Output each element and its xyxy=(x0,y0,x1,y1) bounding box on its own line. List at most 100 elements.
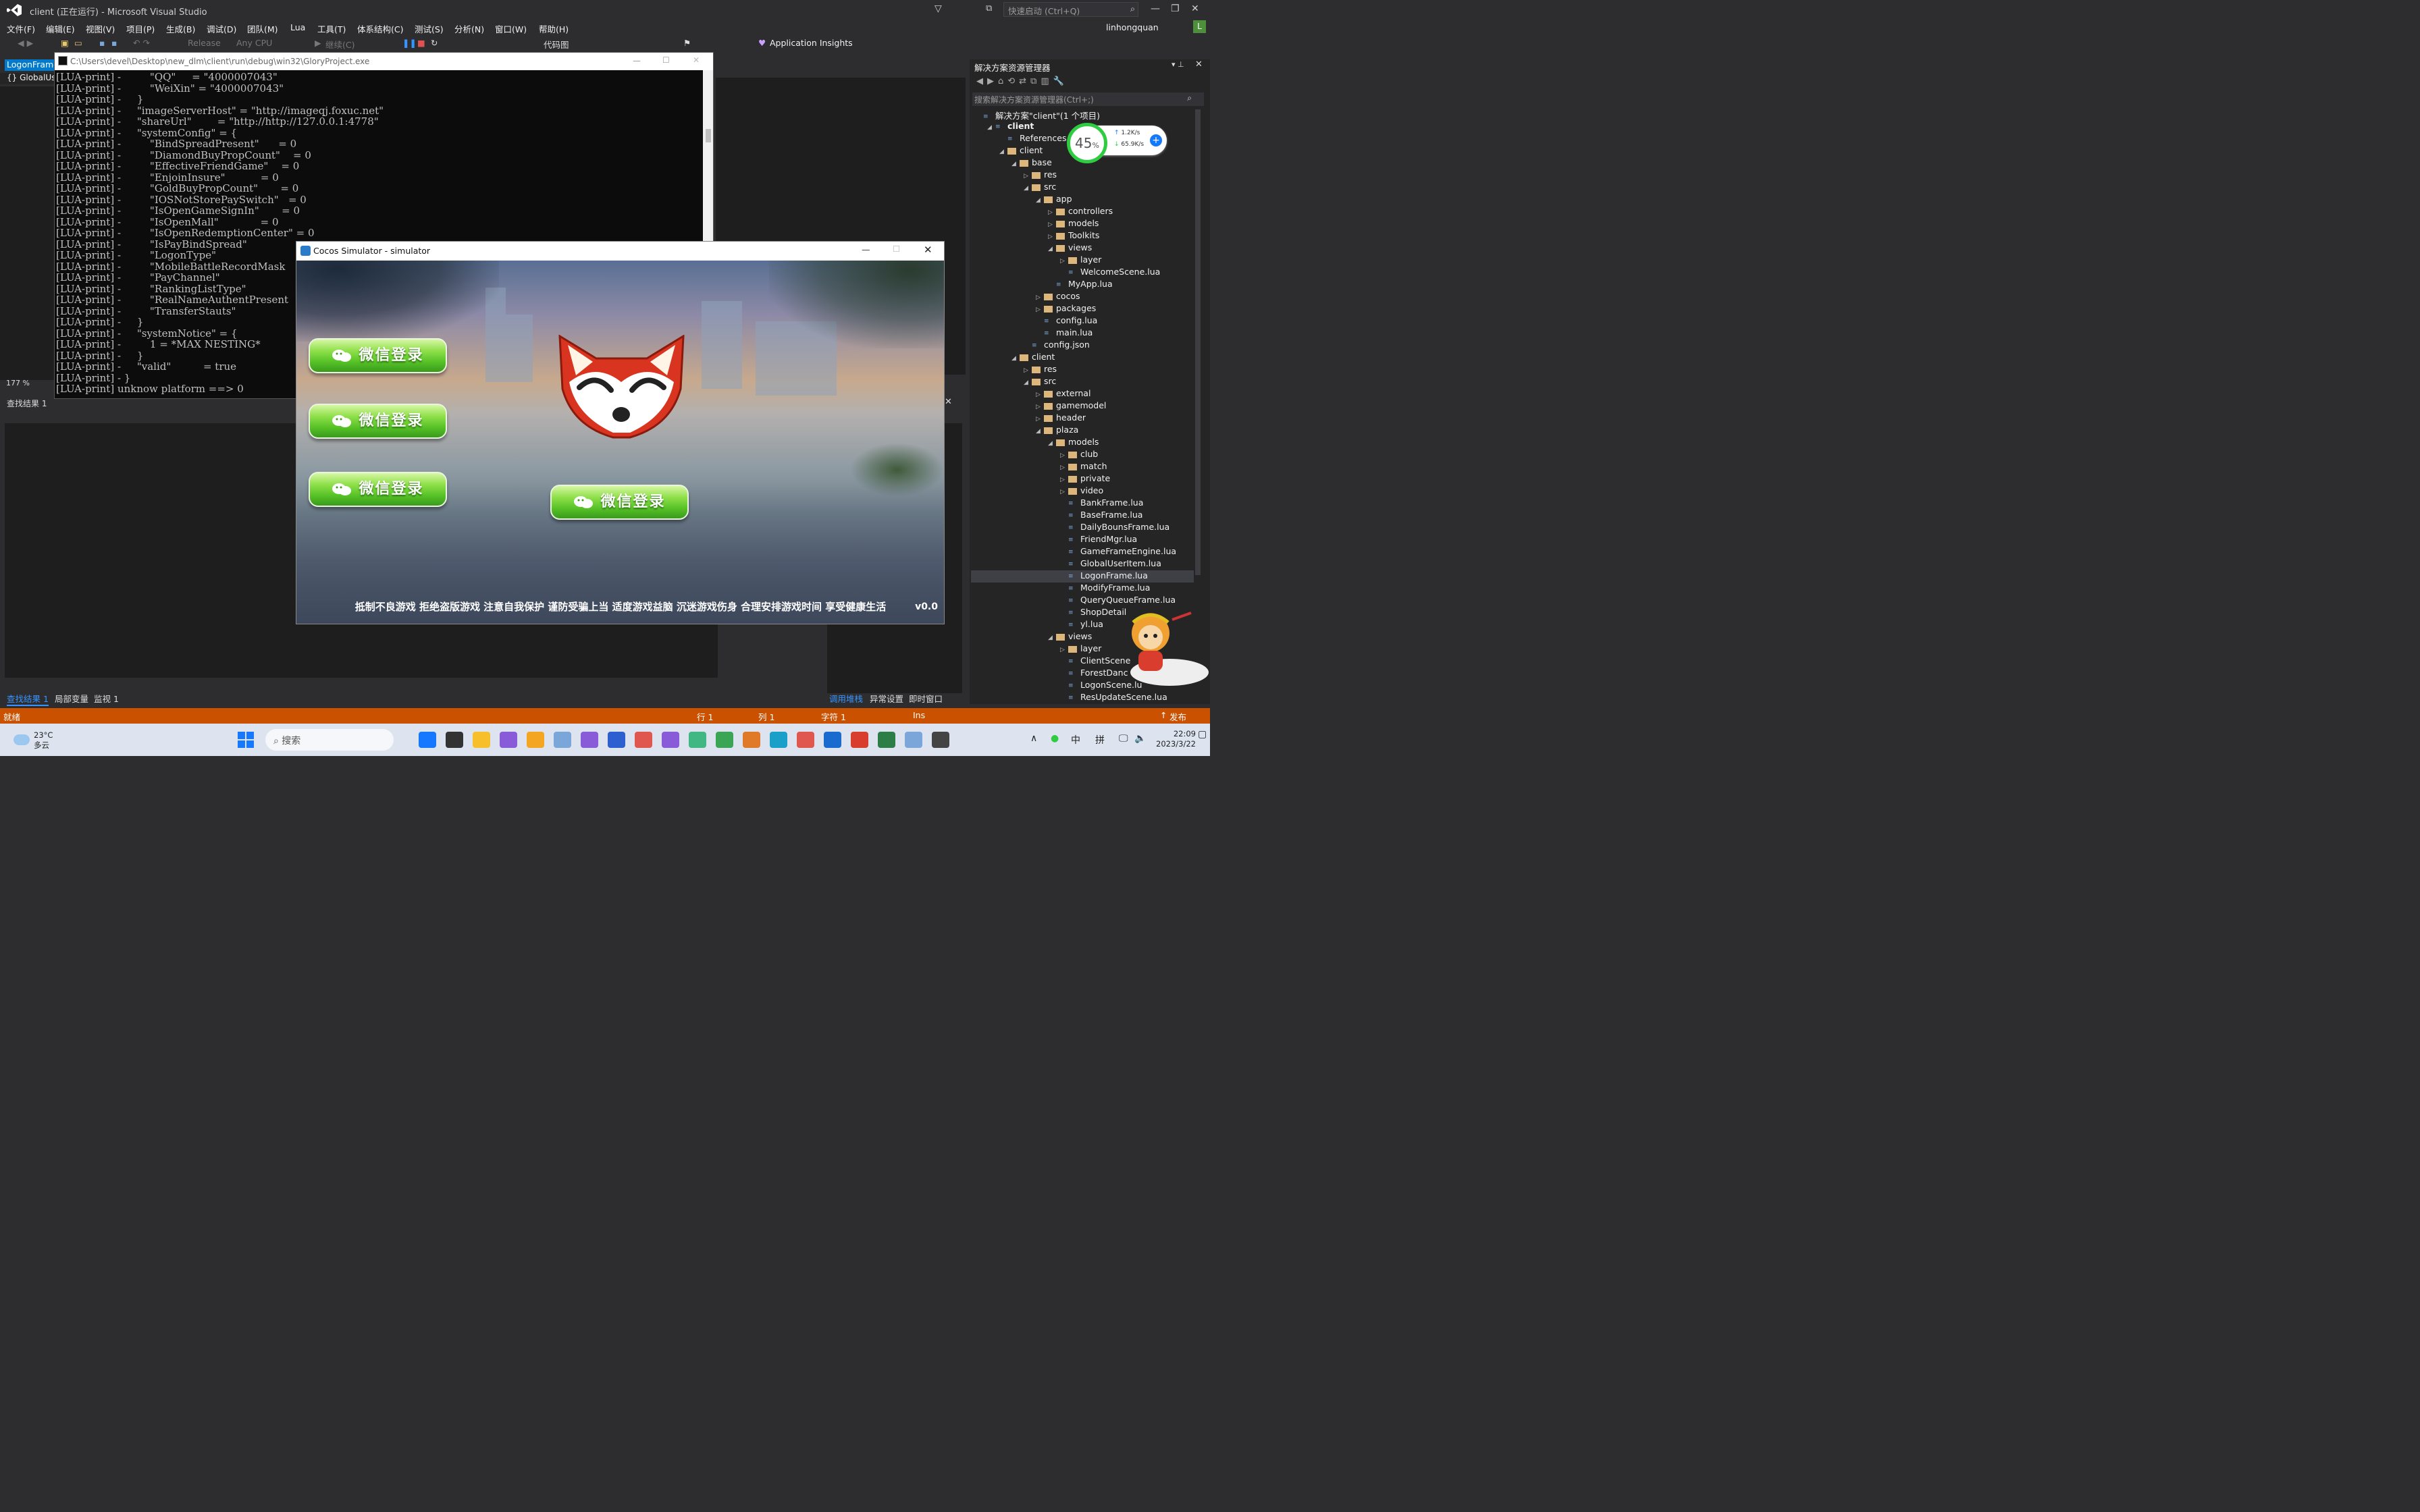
console-scroll-thumb[interactable] xyxy=(706,129,711,142)
tree-item[interactable]: ◢ client xyxy=(975,352,1198,364)
tab-immediate[interactable]: 即时窗口 xyxy=(909,692,943,705)
menu-tools[interactable]: 工具(T) xyxy=(317,22,346,35)
menu-view[interactable]: 视图(V) xyxy=(86,22,115,35)
menu-edit[interactable]: 编辑(E) xyxy=(46,22,75,35)
pause-icon[interactable]: ❚❚ xyxy=(402,38,417,48)
taskbar-app-icon[interactable] xyxy=(905,732,922,748)
tree-item[interactable]: ≡ WelcomeScene.lua xyxy=(975,267,1198,279)
menu-window[interactable]: 窗口(W) xyxy=(495,22,527,35)
expanded-arrow-icon[interactable]: ◢ xyxy=(1036,428,1044,435)
simulator-close-button[interactable]: ✕ xyxy=(924,244,932,256)
taskbar-app-icon[interactable] xyxy=(797,732,814,748)
application-insights-button[interactable]: Application Insights xyxy=(770,38,853,48)
expanded-arrow-icon[interactable]: ◢ xyxy=(1048,440,1056,447)
config-select[interactable]: Release xyxy=(188,38,221,48)
taskbar-app-icon[interactable] xyxy=(878,732,895,748)
menu-architecture[interactable]: 体系结构(C) xyxy=(357,22,403,35)
collapsed-arrow-icon[interactable]: ▷ xyxy=(1048,221,1056,228)
expanded-arrow-icon[interactable]: ◢ xyxy=(1036,197,1044,204)
wechat-login-button-1[interactable]: 微信登录 xyxy=(309,338,447,373)
new-project-icon[interactable]: ▣ xyxy=(61,38,69,48)
collapsed-arrow-icon[interactable]: ▷ xyxy=(1036,416,1044,423)
user-name[interactable]: linhongquan xyxy=(1106,22,1159,32)
menu-file[interactable]: 文件(F) xyxy=(7,22,35,35)
collapsed-arrow-icon[interactable]: ▷ xyxy=(1060,489,1068,495)
taskbar-app-icon[interactable] xyxy=(446,732,463,748)
expanded-arrow-icon[interactable]: ◢ xyxy=(1024,379,1032,386)
tree-item[interactable]: ≡ DailyBounsFrame.lua xyxy=(975,522,1198,534)
tree-item[interactable]: ▷ video xyxy=(975,485,1198,497)
cocos-simulator-window[interactable]: Cocos Simulator - simulator — ☐ ✕ 微信登录 微… xyxy=(296,241,945,624)
collapsed-arrow-icon[interactable]: ▷ xyxy=(1060,452,1068,459)
tree-item[interactable]: ▷ packages xyxy=(975,303,1198,315)
taskbar-clock[interactable]: 22:09 2023/3/22 xyxy=(1156,729,1196,749)
tree-item[interactable]: ▷ match xyxy=(975,461,1198,473)
tree-item[interactable]: ◢ plaza xyxy=(975,425,1198,437)
collapsed-arrow-icon[interactable]: ▷ xyxy=(1060,647,1068,653)
bookmark-icon[interactable]: ⚑ xyxy=(683,38,691,48)
taskbar-app-icon[interactable] xyxy=(608,732,625,748)
tree-item[interactable]: ≡ BaseFrame.lua xyxy=(975,510,1198,522)
open-icon[interactable]: ▭ xyxy=(74,38,82,48)
restart-icon[interactable]: ↻ xyxy=(431,38,438,48)
tree-item[interactable]: ◢ views xyxy=(975,242,1198,254)
tree-item[interactable]: ▷ private xyxy=(975,473,1198,485)
boost-icon[interactable]: + xyxy=(1150,134,1162,146)
panel-menu-icon[interactable]: ▾ ⊥ xyxy=(1172,60,1184,69)
solution-close-icon[interactable]: ✕ xyxy=(1195,59,1203,70)
menu-project[interactable]: 项目(P) xyxy=(126,22,155,35)
tree-item[interactable]: ≡ BankFrame.lua xyxy=(975,497,1198,510)
tree-item[interactable]: ▷ models xyxy=(975,218,1198,230)
collapsed-arrow-icon[interactable]: ▷ xyxy=(1036,404,1044,410)
taskbar-app-icon[interactable] xyxy=(527,732,544,748)
taskbar-app-icon[interactable] xyxy=(851,732,868,748)
tree-item[interactable]: ▷ Toolkits xyxy=(975,230,1198,242)
minimize-button[interactable]: — xyxy=(1151,3,1160,14)
tree-item[interactable]: ◢ src xyxy=(975,376,1198,388)
solution-search-input[interactable]: 搜索解决方案资源管理器(Ctrl+;) ⌕ xyxy=(972,92,1204,106)
filter-icon[interactable]: ▽ xyxy=(935,3,942,14)
collapsed-arrow-icon[interactable]: ▷ xyxy=(1060,477,1068,483)
tab-locals[interactable]: 局部变量 xyxy=(55,692,88,705)
platform-select[interactable]: Any CPU xyxy=(236,38,272,48)
expanded-arrow-icon[interactable]: ◢ xyxy=(1011,161,1020,167)
ime-pinyin[interactable]: 拼 xyxy=(1095,733,1105,747)
close-button[interactable]: ✕ xyxy=(1191,3,1199,14)
collapsed-arrow-icon[interactable]: ▷ xyxy=(1036,294,1044,301)
expanded-arrow-icon[interactable]: ◢ xyxy=(987,124,995,131)
tree-item[interactable]: ≡ GlobalUserItem.lua xyxy=(975,558,1198,570)
solution-scrollbar[interactable] xyxy=(1195,109,1201,575)
tree-item[interactable]: ◢ app xyxy=(975,194,1198,206)
tree-item[interactable]: ▷ gamemodel xyxy=(975,400,1198,412)
game-canvas[interactable]: 微信登录 微信登录 微信登录 微信登录 抵制不良游戏 拒绝盗版游戏 注意自我保护… xyxy=(296,261,944,624)
taskbar-app-icon[interactable] xyxy=(500,732,517,748)
tray-overflow-icon[interactable]: ∧ xyxy=(1030,733,1037,744)
tree-item[interactable]: ≡ ResUpdateScene.lua xyxy=(975,692,1198,704)
menu-lua[interactable]: Lua xyxy=(290,22,305,32)
panel-close-icon[interactable]: ✕ xyxy=(945,397,952,407)
quick-launch-input[interactable]: 快速启动 (Ctrl+Q) ⌕ xyxy=(1003,2,1138,17)
tree-item[interactable]: ▷ res xyxy=(975,169,1198,182)
expanded-arrow-icon[interactable]: ◢ xyxy=(1024,185,1032,192)
taskbar-app-icon[interactable] xyxy=(716,732,733,748)
collapsed-arrow-icon[interactable]: ▷ xyxy=(1060,258,1068,265)
taskbar-app-icon[interactable] xyxy=(554,732,571,748)
console-maximize-button[interactable]: ☐ xyxy=(662,55,670,65)
collapsed-arrow-icon[interactable]: ▷ xyxy=(1060,464,1068,471)
tree-item[interactable]: ▷ external xyxy=(975,388,1198,400)
tree-item[interactable]: ≡ config.lua xyxy=(975,315,1198,327)
volume-icon[interactable]: 🔈 xyxy=(1134,733,1146,744)
editor-navigation-bar[interactable]: {} GlobalUs xyxy=(0,73,55,84)
zoom-level[interactable]: 177 % xyxy=(6,379,30,387)
taskbar-app-icon[interactable] xyxy=(473,732,490,748)
wechat-login-button-2[interactable]: 微信登录 xyxy=(309,404,447,439)
taskbar-app-icon[interactable] xyxy=(932,732,949,748)
expanded-arrow-icon[interactable]: ◢ xyxy=(1048,246,1056,252)
menu-debug[interactable]: 调试(D) xyxy=(207,22,236,35)
menu-test[interactable]: 测试(S) xyxy=(415,22,444,35)
tree-item[interactable]: ▷ club xyxy=(975,449,1198,461)
tree-item[interactable]: ▷ layer xyxy=(975,254,1198,267)
tree-item[interactable]: ▷ header xyxy=(975,412,1198,425)
simulator-minimize-button[interactable]: — xyxy=(862,244,870,254)
back-icon[interactable]: ◀ ▶ xyxy=(18,38,33,48)
